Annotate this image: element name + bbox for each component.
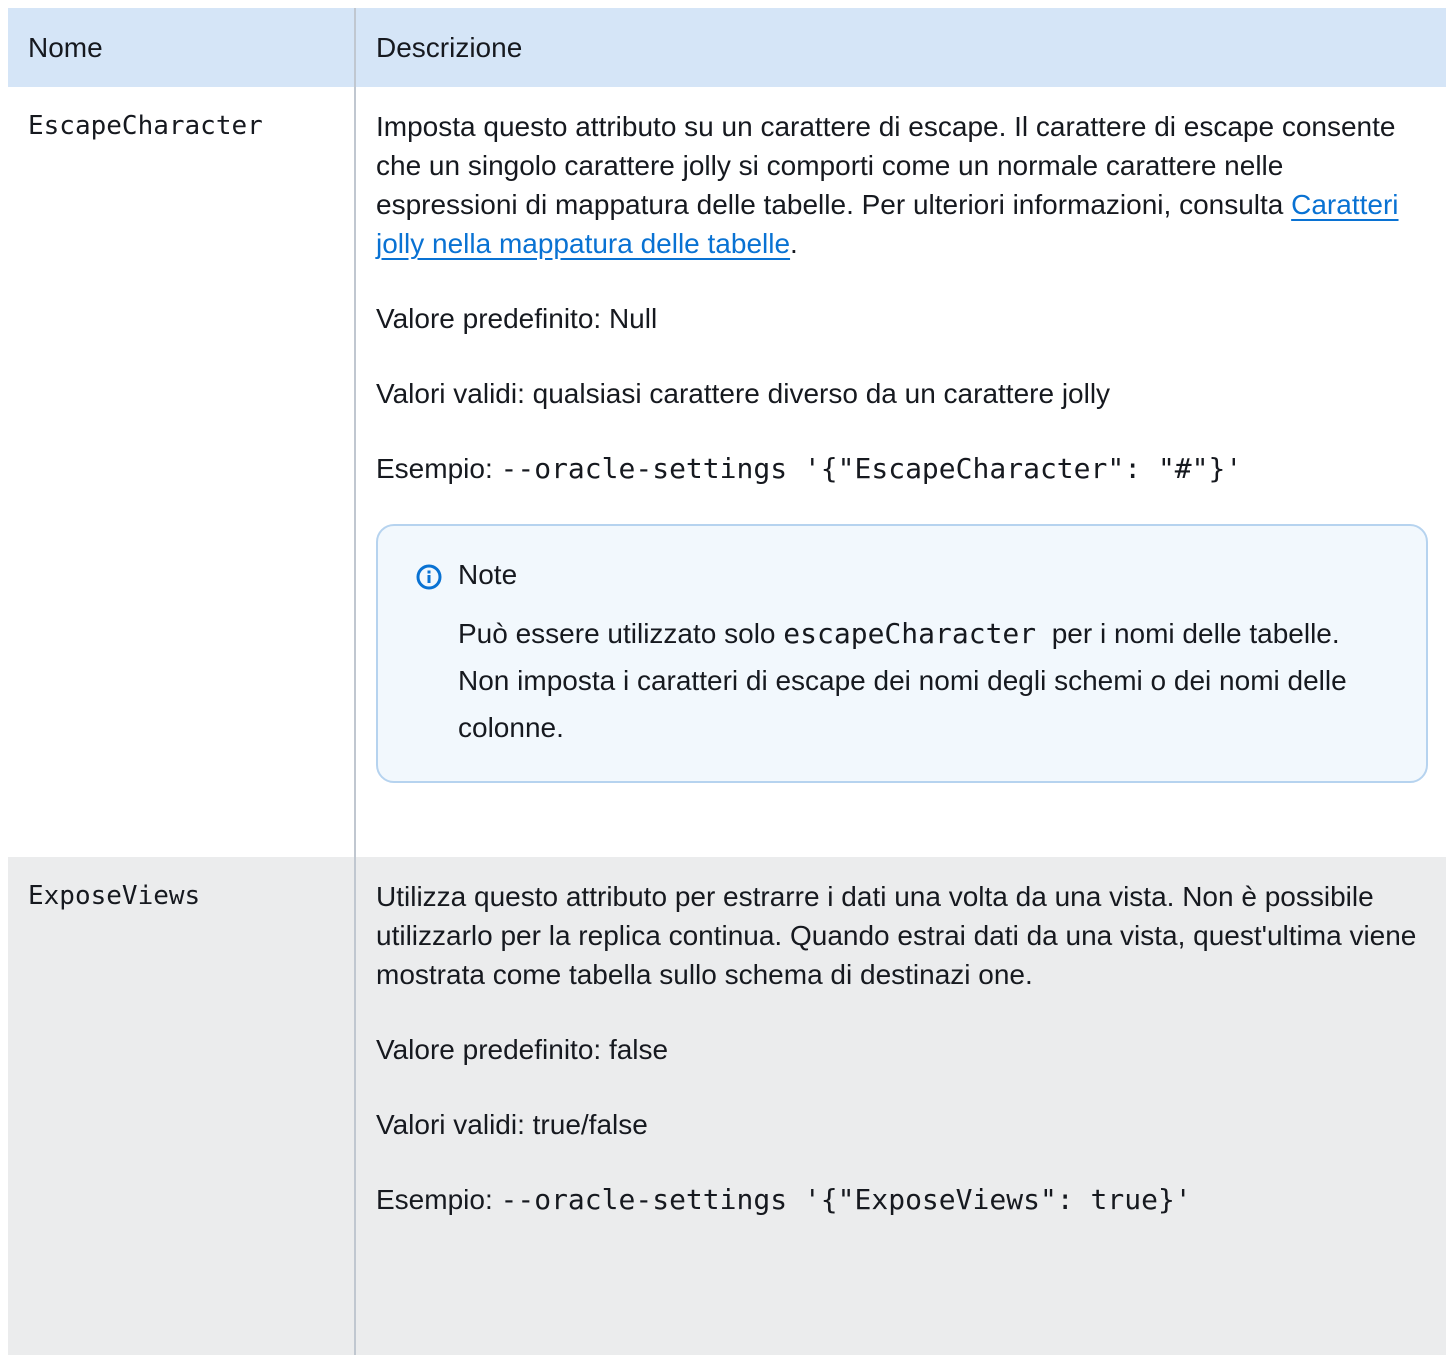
param-description: Imposta questo attributo su un carattere…	[376, 107, 1426, 263]
table-row: ExposeViews Utilizza questo attributo pe…	[8, 857, 1446, 1355]
info-icon	[416, 561, 442, 590]
example-label: Esempio:	[376, 453, 501, 484]
default-value: Valore predefinito: false	[376, 1034, 669, 1065]
param-description-cell: Utilizza questo attributo per estrarre i…	[354, 857, 1446, 1355]
table-row: EscapeCharacter Imposta questo attributo…	[8, 87, 1446, 857]
note-code: escapeCharacter	[783, 617, 1037, 650]
param-description-cell: Imposta questo attributo su un carattere…	[354, 87, 1446, 857]
param-name: ExposeViews	[8, 857, 355, 1355]
param-description: Utilizza questo attributo per estrarre i…	[376, 881, 1417, 990]
header-name: Nome	[8, 8, 355, 87]
example-label: Esempio:	[376, 1184, 501, 1215]
note-body: Può essere utilizzato solo escapeCharact…	[458, 610, 1396, 751]
note-callout: Note Può essere utilizzato solo escapeCh…	[376, 524, 1428, 783]
valid-values: Valori validi: true/false	[376, 1109, 648, 1140]
table-header-row: Nome Descrizione	[8, 8, 1446, 87]
note-title: Note	[458, 558, 518, 590]
description-suffix: .	[790, 228, 798, 259]
example: Esempio: --oracle-settings '{"EscapeChar…	[376, 449, 1426, 488]
header-description: Descrizione	[354, 8, 1446, 87]
valid-values: Valori validi: qualsiasi carattere diver…	[376, 378, 1111, 409]
note-text-before: Può essere utilizzato solo	[458, 618, 784, 649]
param-name: EscapeCharacter	[8, 87, 355, 857]
parameters-table: Nome Descrizione EscapeCharacter Imposta…	[8, 8, 1446, 1355]
example-code: --oracle-settings '{"ExposeViews": true}…	[500, 1183, 1192, 1216]
default-value: Valore predefinito: Null	[376, 303, 658, 334]
note-header: Note	[416, 554, 1396, 594]
document-page: Nome Descrizione EscapeCharacter Imposta…	[8, 8, 1446, 1355]
example: Esempio: --oracle-settings '{"ExposeView…	[376, 1180, 1426, 1219]
example-code: --oracle-settings '{"EscapeCharacter": "…	[500, 452, 1243, 485]
description-text: Imposta questo attributo su un carattere…	[376, 111, 1396, 220]
